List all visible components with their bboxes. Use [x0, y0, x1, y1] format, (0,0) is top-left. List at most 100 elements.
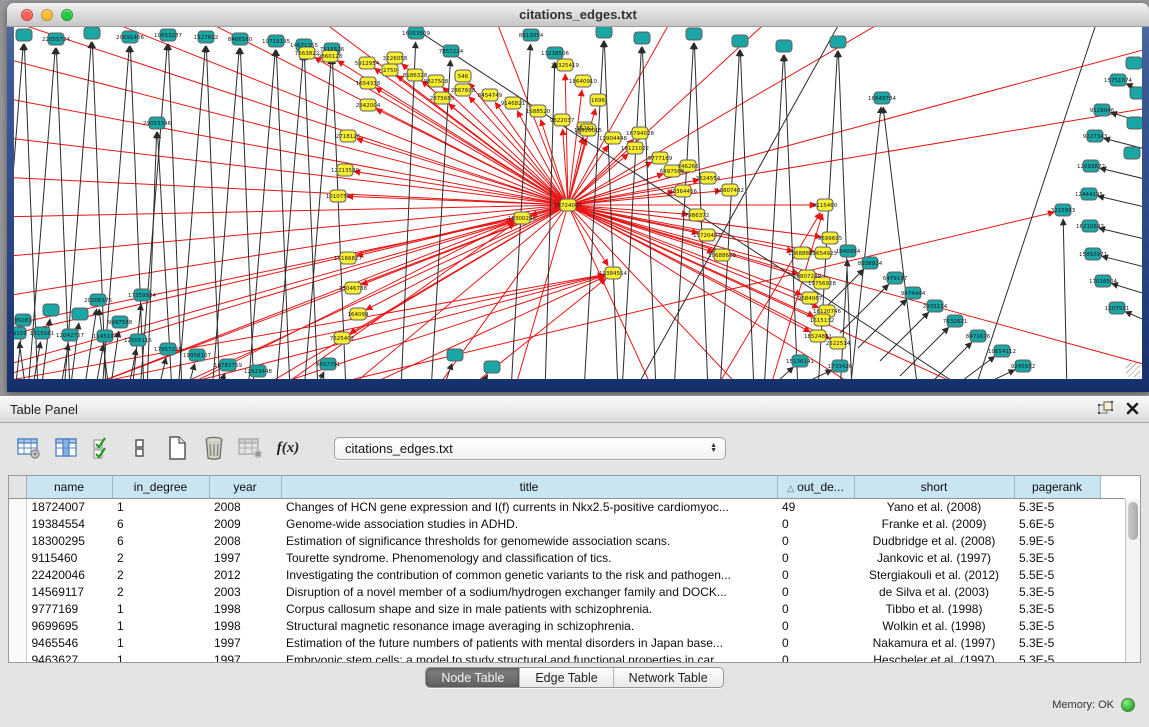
column-header-in-degree[interactable]: in_degree — [112, 476, 209, 498]
table-row[interactable]: 1456911722003Disruption of a novel membe… — [9, 583, 1125, 600]
cell[interactable]: 2009 — [209, 515, 281, 532]
cell[interactable]: Tibbo et al. (1998) — [854, 600, 1014, 617]
cell[interactable]: 2008 — [209, 498, 281, 515]
cell[interactable]: 18300295 — [26, 532, 112, 549]
cell[interactable]: 5.3E-5 — [1014, 600, 1100, 617]
cell[interactable]: 0 — [777, 583, 854, 600]
network-window-titlebar[interactable]: citations_edges.txt — [7, 3, 1149, 27]
table-row[interactable]: 1830029562008Estimation of significance … — [9, 532, 1125, 549]
cell[interactable]: 5.3E-5 — [1014, 549, 1100, 566]
cell[interactable]: 1 — [112, 600, 209, 617]
cell[interactable]: 2 — [112, 549, 209, 566]
table-row[interactable]: 2242004622012Investigating the contribut… — [9, 566, 1125, 583]
tab-edge-table[interactable]: Edge Table — [520, 668, 613, 687]
citation-node-teal[interactable] — [776, 40, 792, 52]
delete-table-icon[interactable] — [236, 433, 266, 463]
cell[interactable]: Investigating the contribution of common… — [281, 566, 777, 583]
cell[interactable]: 9777169 — [26, 600, 112, 617]
citation-node-teal[interactable] — [72, 308, 88, 320]
citation-node-teal[interactable] — [634, 32, 650, 44]
table-vertical-scrollbar[interactable] — [1125, 499, 1140, 662]
cell[interactable]: Embryonic stem cells: a model to study s… — [281, 651, 777, 663]
cell[interactable]: 5.9E-5 — [1014, 532, 1100, 549]
cell[interactable]: 2 — [112, 583, 209, 600]
cell[interactable]: 6 — [112, 532, 209, 549]
cell[interactable]: 1997 — [209, 634, 281, 651]
network-table-select[interactable]: citations_edges.txt ▲▼ — [334, 437, 726, 460]
cell[interactable]: Franke et al. (2009) — [854, 515, 1014, 532]
function-builder-icon[interactable]: f(x) — [273, 433, 303, 463]
cell[interactable]: Disruption of a novel member of a sodium… — [281, 583, 777, 600]
cell[interactable]: Genome-wide association studies in ADHD. — [281, 515, 777, 532]
cell[interactable]: 9115460 — [26, 549, 112, 566]
table-row[interactable]: 946554611997Estimation of the future num… — [9, 634, 1125, 651]
cell[interactable]: 18724007 — [26, 498, 112, 515]
scrollbar-thumb[interactable] — [1128, 502, 1138, 540]
cell[interactable]: Hescheler et al. (1997) — [854, 651, 1014, 663]
citation-node-teal[interactable] — [1124, 147, 1140, 159]
column-header-pagerank[interactable]: pagerank — [1014, 476, 1100, 498]
close-icon[interactable] — [1126, 402, 1139, 415]
tab-network-table[interactable]: Network Table — [614, 668, 723, 687]
cell[interactable]: 0 — [777, 600, 854, 617]
cell[interactable]: 5.3E-5 — [1014, 651, 1100, 663]
node-table[interactable]: name in_degree year title △out_de... sho… — [8, 475, 1141, 663]
cell[interactable]: 49 — [777, 498, 854, 515]
citation-node-teal[interactable] — [830, 36, 846, 48]
float-panel-icon[interactable] — [1098, 401, 1114, 415]
citation-node-teal[interactable] — [596, 27, 612, 38]
cell[interactable]: 1997 — [209, 651, 281, 663]
column-header-short[interactable]: short — [854, 476, 1014, 498]
table-row[interactable]: 977716911998Corpus callosum shape and si… — [9, 600, 1125, 617]
cell[interactable]: 19384554 — [26, 515, 112, 532]
cell[interactable]: Dudbridge et al. (2008) — [854, 532, 1014, 549]
window-resize-grip[interactable] — [1126, 363, 1140, 377]
cell[interactable]: Structural magnetic resonance image aver… — [281, 617, 777, 634]
table-row[interactable]: 946362711997Embryonic stem cells: a mode… — [9, 651, 1125, 663]
tab-node-table[interactable]: Node Table — [426, 668, 520, 687]
cell[interactable]: 1998 — [209, 617, 281, 634]
cell[interactable]: Changes of HCN gene expression and I(f) … — [281, 498, 777, 515]
cell[interactable]: 5.5E-5 — [1014, 566, 1100, 583]
cell[interactable]: Yano et al. (2008) — [854, 498, 1014, 515]
cell[interactable]: 0 — [777, 651, 854, 663]
cell[interactable]: 6 — [112, 515, 209, 532]
citation-node-teal[interactable] — [84, 27, 100, 39]
network-canvas[interactable]: 2205572420691406106532871527602846616010… — [14, 27, 1142, 379]
table-row[interactable]: 1938455462009Genome-wide association stu… — [9, 515, 1125, 532]
citation-network-graph[interactable]: 2205572420691406106532871527602846616010… — [14, 27, 1142, 379]
memory-ok-icon[interactable] — [1121, 698, 1135, 712]
citation-node-teal[interactable] — [16, 29, 32, 41]
cell[interactable]: Corpus callosum shape and size in male p… — [281, 600, 777, 617]
cell[interactable]: 2 — [112, 566, 209, 583]
cell[interactable]: 1 — [112, 651, 209, 663]
citation-node-teal[interactable] — [43, 304, 59, 316]
citation-node-teal[interactable] — [1127, 117, 1142, 129]
cell[interactable]: 14569117 — [26, 583, 112, 600]
cell[interactable]: 22420046 — [26, 566, 112, 583]
cell[interactable]: 0 — [777, 634, 854, 651]
cell[interactable]: 1997 — [209, 549, 281, 566]
citation-node-teal[interactable] — [447, 349, 463, 361]
delete-icon[interactable] — [199, 433, 229, 463]
citation-node-teal[interactable] — [484, 361, 500, 373]
cell[interactable]: 1 — [112, 498, 209, 515]
column-header-out-degree[interactable]: △out_de... — [777, 476, 854, 498]
citation-node-teal[interactable] — [1126, 57, 1142, 69]
new-document-icon[interactable] — [162, 433, 192, 463]
column-header-year[interactable]: year — [209, 476, 281, 498]
row-height-icon[interactable] — [125, 433, 155, 463]
show-columns-icon[interactable] — [51, 433, 81, 463]
network-window[interactable]: citations_edges.txt 22055724206914061065… — [7, 3, 1149, 392]
cell[interactable]: 0 — [777, 566, 854, 583]
table-row[interactable]: 911546021997Tourette syndrome. Phenomeno… — [9, 549, 1125, 566]
cell[interactable]: 9463627 — [26, 651, 112, 663]
select-columns-icon[interactable] — [88, 433, 118, 463]
table-row[interactable]: 1872400712008Changes of HCN gene express… — [9, 498, 1125, 515]
cell[interactable]: Wolkin et al. (1998) — [854, 617, 1014, 634]
cell[interactable]: Nakamura et al. (1997) — [854, 634, 1014, 651]
cell[interactable]: 5.6E-5 — [1014, 515, 1100, 532]
cell[interactable]: 9699695 — [26, 617, 112, 634]
cell[interactable]: 1 — [112, 634, 209, 651]
cell[interactable]: Tourette syndrome. Phenomenology and cla… — [281, 549, 777, 566]
